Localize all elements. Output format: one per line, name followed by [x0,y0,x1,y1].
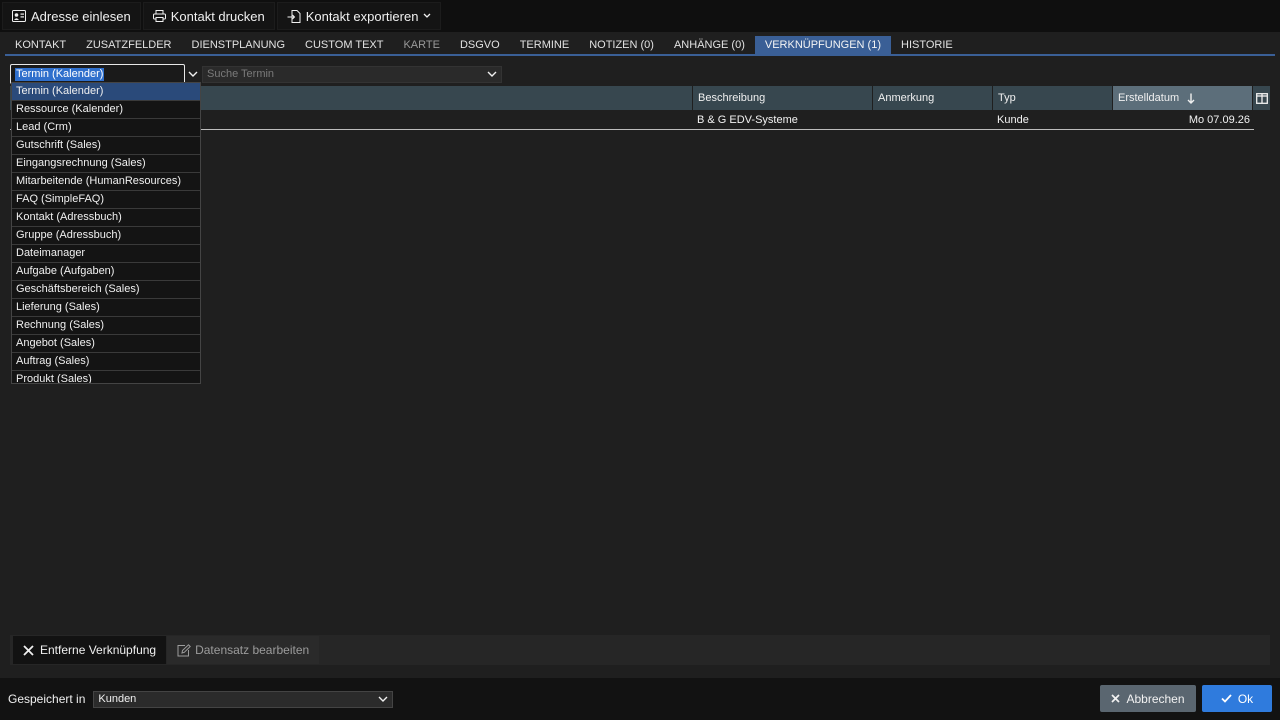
list-item[interactable]: Lead (Crm) [12,119,200,137]
link-type-combo[interactable]: Termin (Kalender) [10,64,185,84]
print-contact-label: Kontakt drucken [170,8,265,24]
contact-card-icon [12,10,26,22]
list-item[interactable]: Lieferung (Sales) [12,299,200,317]
export-contact-label: Kontakt exportieren [305,8,419,24]
import-address-button[interactable]: Adresse einlesen [2,2,141,30]
checkmark-icon [1221,694,1232,703]
column-chooser-button[interactable] [1253,86,1270,110]
tab-termine[interactable]: TERMINE [510,36,580,54]
ok-label: Ok [1237,691,1254,706]
dialog-footer: Gespeichert in Kunden Abbrechen Ok [0,678,1280,720]
column-header-beschreibung[interactable]: Beschreibung [693,86,873,110]
export-contact-button[interactable]: Kontakt exportieren [276,2,442,30]
tab-bar: KONTAKT ZUSATZFELDER DIENSTPLANUNG CUSTO… [5,36,1275,56]
list-item[interactable]: Kontakt (Adressbuch) [12,209,200,227]
link-type-selected-text[interactable]: Termin (Kalender) [15,68,105,81]
link-actions-bar: Entferne Verknüpfung Datensatz bearbeite… [10,635,1270,665]
list-item[interactable]: Rechnung (Sales) [12,317,200,335]
tab-kontakt[interactable]: KONTAKT [5,36,76,54]
close-icon [23,644,34,656]
cancel-button[interactable]: Abbrechen [1100,685,1196,712]
cancel-label: Abbrechen [1126,691,1185,706]
edit-record-button[interactable]: Datensatz bearbeiten [167,636,320,664]
import-address-label: Adresse einlesen [31,8,131,24]
link-type-dropdown-list: Termin (Kalender) Ressource (Kalender) L… [11,82,201,384]
saved-in-select[interactable]: Kunden [93,690,394,708]
printer-icon [152,10,166,22]
list-item[interactable]: Gutschrift (Sales) [12,137,200,155]
list-item[interactable]: Eingangsrechnung (Sales) [12,155,200,173]
ok-button[interactable]: Ok [1202,685,1272,712]
chevron-down-icon [423,13,431,18]
tab-historie[interactable]: HISTORIE [891,36,963,54]
cell-typ: Kunde [997,114,1029,126]
export-icon [287,9,301,23]
close-icon [1111,694,1121,703]
cell-beschreibung: B & G EDV-Systeme [697,114,798,126]
tab-notizen[interactable]: NOTIZEN (0) [579,36,664,54]
list-item[interactable]: Angebot (Sales) [12,335,200,353]
tab-custom-text[interactable]: CUSTOM TEXT [295,36,393,54]
link-type-dropdown-trigger[interactable] [185,64,201,84]
saved-in-value: Kunden [98,693,137,705]
chevron-down-icon[interactable] [487,71,497,78]
column-header-erstelldatum-label: Erstelldatum [1118,92,1180,104]
sort-descending-icon [1187,93,1195,104]
list-item[interactable]: Mitarbeitende (HumanResources) [12,173,200,191]
list-item[interactable]: Auftrag (Sales) [12,353,200,371]
chevron-down-icon [188,71,198,77]
column-header-typ[interactable]: Typ [993,86,1113,110]
list-item[interactable]: Ressource (Kalender) [12,101,200,119]
column-header-anmerkung[interactable]: Anmerkung [873,86,993,110]
list-item[interactable]: Dateimanager [12,245,200,263]
list-item[interactable]: FAQ (SimpleFAQ) [12,191,200,209]
remove-link-button[interactable]: Entferne Verknüpfung [13,636,167,664]
columns-icon [1256,92,1268,104]
saved-in-label: Gespeichert in [8,692,86,706]
edit-icon [177,643,192,656]
tab-dsgvo[interactable]: DSGVO [450,36,510,54]
cell-erstelldatum: Mo 07.09.26 [1188,114,1250,126]
column-header-erstelldatum[interactable]: Erstelldatum [1113,86,1253,110]
edit-record-label: Datensatz bearbeiten [195,643,310,657]
list-item[interactable]: Produkt (Sales) [12,371,200,383]
list-item[interactable]: Geschäftsbereich (Sales) [12,281,200,299]
remove-link-label: Entferne Verknüpfung [40,643,157,657]
cell-anmerkung [872,110,992,130]
list-item[interactable]: Termin (Kalender) [12,83,200,101]
tab-karte: KARTE [403,39,440,51]
search-record-combo[interactable]: Suche Termin [202,65,502,83]
list-item[interactable]: Aufgabe (Aufgaben) [12,263,200,281]
tab-anhaenge[interactable]: ANHÄNGE (0) [664,36,755,54]
main-toolbar: Adresse einlesen Kontakt drucken Kontakt… [0,0,1280,32]
print-contact-button[interactable]: Kontakt drucken [142,2,275,30]
search-record-placeholder: Suche Termin [207,68,275,80]
list-item[interactable]: Gruppe (Adressbuch) [12,227,200,245]
chevron-down-icon [378,696,388,702]
tab-zusatzfelder[interactable]: ZUSATZFELDER [76,36,181,54]
tab-dienstplanung[interactable]: DIENSTPLANUNG [182,36,296,54]
tab-verknuepfungen[interactable]: VERKNÜPFUNGEN (1) [754,36,891,54]
